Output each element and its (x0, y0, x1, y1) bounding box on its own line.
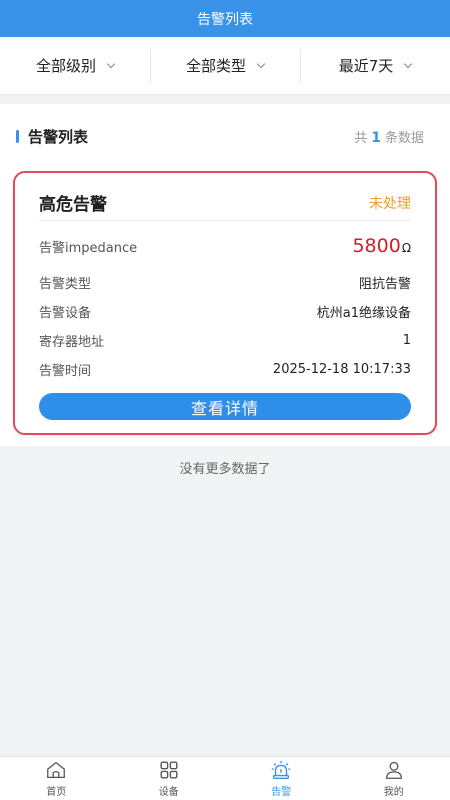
count-number: 1 (371, 129, 381, 146)
title-accent-bar (16, 129, 19, 143)
list-title-text: 告警列表 (28, 127, 89, 146)
tab-home-label: 首页 (46, 787, 67, 798)
chevron-down-icon (256, 59, 266, 68)
row-time-key: 告警时间 (39, 363, 92, 379)
tab-profile-label: 我的 (383, 787, 404, 798)
list-header: 告警列表 共 1 条数据 (16, 124, 424, 148)
row-device: 告警设备 杭州a1绝缘设备 (39, 300, 411, 322)
row-alarm-type: 告警类型 阻抗告警 (39, 271, 411, 293)
alarm-card[interactable]: 高危告警 未处理 告警impedance 5800Ω 告警类型 阻抗告警 告警设… (13, 171, 437, 435)
filter-time-dropdown[interactable]: 最近7天 (300, 37, 450, 95)
filter-type-dropdown[interactable]: 全部类型 (150, 37, 300, 95)
list-title: 告警列表 (16, 126, 88, 147)
no-more-data-text: 没有更多数据了 (179, 462, 271, 477)
tab-profile[interactable]: 我的 (338, 757, 450, 800)
row-device-key: 告警设备 (39, 305, 92, 321)
row-alarm-type-value: 阻抗告警 (358, 276, 411, 292)
row-register-key: 寄存器地址 (39, 334, 105, 350)
count-suffix: 条数据 (384, 130, 424, 146)
nav-bar: 告警列表 (0, 0, 450, 37)
bottom-tab-bar: 首页 设备 告警 我的 (0, 756, 450, 800)
tab-home[interactable]: 首页 (0, 757, 113, 800)
alarm-icon (272, 760, 291, 779)
tab-devices-label: 设备 (158, 787, 179, 798)
row-alarm-type-key: 告警类型 (39, 276, 92, 292)
record-count: 共 1 条数据 (354, 127, 424, 146)
filter-level-label: 全部级别 (35, 57, 96, 75)
filter-bar: 全部级别 全部类型 最近7天 (0, 37, 450, 95)
row-time-value: 2025-12-18 10:17:33 (272, 361, 411, 377)
alarm-list-panel: 告警列表 共 1 条数据 高危告警 未处理 告警impedance 5800Ω 告警… (0, 104, 450, 446)
filter-time-label: 最近7天 (338, 57, 394, 75)
tab-alarms-label: 告警 (271, 787, 292, 798)
filter-type-label: 全部类型 (185, 57, 246, 75)
view-details-button[interactable]: 查看详情 (39, 393, 411, 420)
count-prefix: 共 (354, 130, 368, 146)
row-time: 告警时间 2025-12-18 10:17:33 (39, 358, 411, 380)
impedance-unit: Ω (401, 241, 411, 255)
tab-devices[interactable]: 设备 (113, 757, 226, 800)
row-register-value: 1 (402, 332, 411, 348)
row-register: 寄存器地址 1 (39, 329, 411, 351)
alarm-status-badge: 未处理 (369, 195, 411, 212)
row-impedance-key: 告警impedance (39, 240, 138, 256)
alarm-card-header: 高危告警 未处理 (39, 189, 411, 221)
chevron-down-icon (404, 59, 413, 68)
user-icon (385, 761, 402, 779)
tab-alarms[interactable]: 告警 (225, 757, 338, 800)
home-icon (47, 761, 66, 778)
chevron-down-icon (106, 59, 116, 68)
impedance-value: 5800 (352, 235, 401, 257)
page-title: 告警列表 (197, 11, 253, 28)
alarm-level: 高危告警 (39, 195, 107, 215)
grid-icon (160, 761, 178, 779)
row-impedance: 告警impedance 5800Ω (39, 235, 411, 257)
filter-level-dropdown[interactable]: 全部级别 (0, 37, 150, 95)
row-impedance-value-wrap: 5800Ω (352, 235, 411, 257)
row-device-value: 杭州a1绝缘设备 (316, 305, 411, 321)
